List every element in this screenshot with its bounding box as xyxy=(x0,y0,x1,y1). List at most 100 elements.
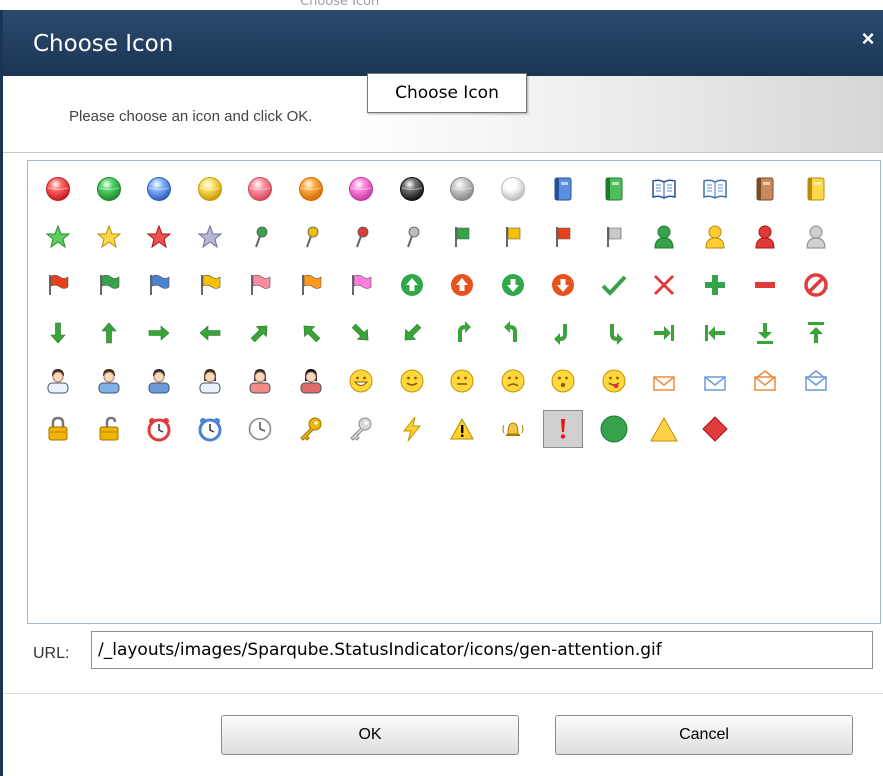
arrow-down-right-icon[interactable] xyxy=(341,314,381,352)
no-entry-icon[interactable] xyxy=(796,266,836,304)
yellow-flag-wave-icon[interactable] xyxy=(190,266,230,304)
padlock-closed-icon[interactable] xyxy=(38,410,78,448)
red-diamond-icon[interactable] xyxy=(695,410,735,448)
gray-user-icon[interactable] xyxy=(796,218,836,256)
cancel-button[interactable]: Cancel xyxy=(555,715,853,755)
green-pin-icon[interactable] xyxy=(240,218,280,256)
pink-orb-icon[interactable] xyxy=(240,170,280,208)
red-up-circle-icon[interactable] xyxy=(442,266,482,304)
ok-button[interactable]: OK xyxy=(221,715,519,755)
user-female-red-icon[interactable] xyxy=(240,362,280,400)
sad-face-icon[interactable] xyxy=(493,362,533,400)
download-icon[interactable] xyxy=(745,314,785,352)
green-up-circle-icon[interactable] xyxy=(392,266,432,304)
arrow-right-bar-icon[interactable] xyxy=(644,314,684,352)
lightning-icon[interactable] xyxy=(392,410,432,448)
user-female-white-icon[interactable] xyxy=(190,362,230,400)
yellow-orb-icon[interactable] xyxy=(190,170,230,208)
green-plus-icon[interactable] xyxy=(695,266,735,304)
red-minus-icon[interactable] xyxy=(745,266,785,304)
arrow-left-bar-icon[interactable] xyxy=(695,314,735,352)
red-down-circle-icon[interactable] xyxy=(543,266,583,304)
open-blue-book-icon[interactable] xyxy=(644,170,684,208)
warning-triangle-icon[interactable] xyxy=(442,410,482,448)
yellow-user-icon[interactable] xyxy=(695,218,735,256)
gold-key-icon[interactable] xyxy=(291,410,331,448)
red-x-icon[interactable] xyxy=(644,266,684,304)
orange-flag-wave-icon[interactable] xyxy=(291,266,331,304)
curve-arrow-down-left-icon[interactable] xyxy=(442,314,482,352)
green-flag-wave-icon[interactable] xyxy=(89,266,129,304)
arrow-up-icon[interactable] xyxy=(89,314,129,352)
yellow-flag-icon[interactable] xyxy=(493,218,533,256)
icon-picker-panel xyxy=(27,160,881,624)
checkmark-icon[interactable] xyxy=(594,266,634,304)
dialog-title: Choose Icon xyxy=(33,31,174,57)
green-book-icon[interactable] xyxy=(594,170,634,208)
red-flag-wave-icon[interactable] xyxy=(38,266,78,304)
alarm-bell-icon[interactable] xyxy=(493,410,533,448)
red-orb-icon[interactable] xyxy=(38,170,78,208)
blue-orb-icon[interactable] xyxy=(139,170,179,208)
gray-pin-icon[interactable] xyxy=(392,218,432,256)
blue-envelope-icon[interactable] xyxy=(695,362,735,400)
user-blue-icon[interactable] xyxy=(89,362,129,400)
green-down-circle-icon[interactable] xyxy=(493,266,533,304)
yellow-triangle-icon[interactable] xyxy=(644,410,684,448)
orange-orb-icon[interactable] xyxy=(291,170,331,208)
upload-icon[interactable] xyxy=(796,314,836,352)
black-orb-icon[interactable] xyxy=(392,170,432,208)
arrow-left-icon[interactable] xyxy=(190,314,230,352)
magenta-orb-icon[interactable] xyxy=(341,170,381,208)
yellow-star-icon[interactable] xyxy=(89,218,129,256)
gray-star-icon[interactable] xyxy=(190,218,230,256)
surprised-face-icon[interactable] xyxy=(543,362,583,400)
orange-envelope-icon[interactable] xyxy=(644,362,684,400)
arrow-up-left-icon[interactable] xyxy=(291,314,331,352)
green-flag-icon[interactable] xyxy=(442,218,482,256)
curve-arrow-up-left-icon[interactable] xyxy=(594,314,634,352)
open-book-icon[interactable] xyxy=(695,170,735,208)
red-flag-icon[interactable] xyxy=(543,218,583,256)
yellow-book-icon[interactable] xyxy=(796,170,836,208)
neutral-face-icon[interactable] xyxy=(442,362,482,400)
white-orb-icon[interactable] xyxy=(493,170,533,208)
blue-flag-wave-icon[interactable] xyxy=(139,266,179,304)
arrow-up-right-icon[interactable] xyxy=(240,314,280,352)
gray-flag-icon[interactable] xyxy=(594,218,634,256)
green-user-icon[interactable] xyxy=(644,218,684,256)
url-input[interactable] xyxy=(91,631,873,669)
clock-icon[interactable] xyxy=(240,410,280,448)
blue-alarm-clock-icon[interactable] xyxy=(190,410,230,448)
silver-key-icon[interactable] xyxy=(341,410,381,448)
padlock-open-icon[interactable] xyxy=(89,410,129,448)
gray-orb-icon[interactable] xyxy=(442,170,482,208)
red-pin-icon[interactable] xyxy=(341,218,381,256)
red-user-icon[interactable] xyxy=(745,218,785,256)
user-white-icon[interactable] xyxy=(38,362,78,400)
smile-face-icon[interactable] xyxy=(392,362,432,400)
magenta-flag-wave-icon[interactable] xyxy=(341,266,381,304)
curve-arrow-down-right-icon[interactable] xyxy=(493,314,533,352)
green-orb-icon[interactable] xyxy=(89,170,129,208)
brown-book-icon[interactable] xyxy=(745,170,785,208)
green-circle-icon[interactable] xyxy=(594,410,634,448)
user-female-dark-icon[interactable] xyxy=(291,362,331,400)
red-alarm-clock-icon[interactable] xyxy=(139,410,179,448)
arrow-down-left-icon[interactable] xyxy=(392,314,432,352)
orange-envelope-open-icon[interactable] xyxy=(745,362,785,400)
pink-flag-wave-icon[interactable] xyxy=(240,266,280,304)
arrow-right-icon[interactable] xyxy=(139,314,179,352)
grin-face-icon[interactable] xyxy=(341,362,381,400)
curve-arrow-up-right-icon[interactable] xyxy=(543,314,583,352)
blue-envelope-open-icon[interactable] xyxy=(796,362,836,400)
close-icon[interactable]: × xyxy=(855,24,881,54)
yellow-pin-icon[interactable] xyxy=(291,218,331,256)
blue-book-icon[interactable] xyxy=(543,170,583,208)
attention-icon[interactable] xyxy=(543,410,583,448)
tongue-face-icon[interactable] xyxy=(594,362,634,400)
arrow-down-icon[interactable] xyxy=(38,314,78,352)
user-green-tie-icon[interactable] xyxy=(139,362,179,400)
green-star-icon[interactable] xyxy=(38,218,78,256)
red-star-icon[interactable] xyxy=(139,218,179,256)
